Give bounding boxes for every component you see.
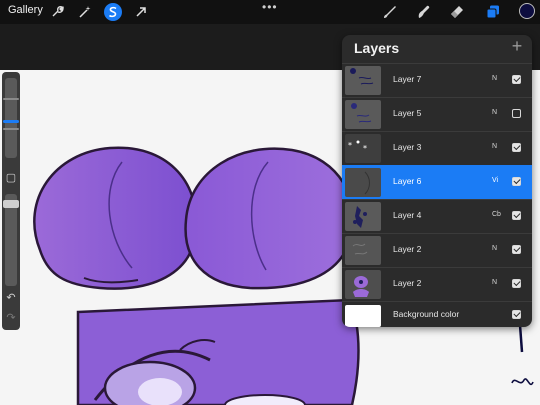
layer-visibility-checkbox[interactable] [512,176,521,186]
layer-name: Layer 7 [393,74,422,84]
layer-name: Layer 6 [393,176,422,186]
svg-text:*: * [363,144,367,153]
layer-thumbnail [345,168,381,197]
undo-icon[interactable]: ↶ [3,290,19,304]
eraser-icon[interactable] [448,3,466,21]
selection-s-icon[interactable] [104,3,122,21]
layer-thumbnail [345,236,381,265]
layers-header: Layers + [342,35,532,63]
redo-icon[interactable]: ↷ [3,310,19,324]
blend-mode-button[interactable]: N [492,245,497,252]
layer-row[interactable]: Layer 2 N [342,233,532,267]
transform-arrow-icon[interactable] [132,3,150,21]
layer-name: Background color [393,309,460,319]
layer-thumbnail: * * [345,134,381,163]
top-toolbar: Gallery ••• [0,0,540,24]
layers-icon[interactable] [484,3,502,21]
layer-thumbnail [345,202,381,231]
blend-mode-button[interactable]: Cb [492,211,501,218]
blend-mode-button[interactable]: N [492,143,497,150]
layer-row[interactable]: * * Layer 3 N [342,131,532,165]
svg-text:*: * [348,141,352,150]
layer-name: Layer 2 [393,278,422,288]
opacity-thumb[interactable] [3,200,19,208]
layer-name: Layer 2 [393,244,422,254]
layer-row[interactable]: Layer 6 Vi [342,165,532,199]
gallery-button[interactable]: Gallery [8,4,43,16]
layer-row[interactable]: Layer 4 Cb [342,199,532,233]
layer-thumbnail [345,100,381,129]
slider-tick [3,128,19,130]
background-color-row[interactable]: Background color [342,301,532,327]
layer-visibility-checkbox[interactable] [512,74,521,84]
blend-mode-button[interactable]: Vi [492,177,498,184]
brush-size-slider[interactable] [3,78,19,158]
magic-wand-icon[interactable] [76,3,94,21]
layer-row[interactable]: Layer 5 N [342,97,532,131]
more-options-icon[interactable]: ••• [262,0,278,14]
layer-row[interactable]: Layer 2 N [342,267,532,301]
brush-size-thumb[interactable] [3,120,19,123]
modify-button[interactable]: ▢ [3,170,19,184]
layer-name: Layer 4 [393,210,422,220]
smudge-icon[interactable] [414,3,432,21]
layer-visibility-checkbox[interactable] [512,309,521,319]
layer-name: Layer 5 [393,108,422,118]
left-sidebar: ▢ ↶ ↷ [2,72,20,330]
color-picker-button[interactable] [519,3,535,19]
layer-name: Layer 3 [393,142,422,152]
layer-row[interactable]: Layer 7 N [342,63,532,97]
layers-panel: Layers + Layer 7 N Layer 5 N * * Layer 3 … [342,35,532,327]
layers-title: Layers [354,40,400,56]
brush-icon[interactable] [380,3,398,21]
add-layer-button[interactable]: + [508,37,526,55]
layer-thumbnail [345,270,381,299]
layer-visibility-checkbox[interactable] [512,109,521,118]
layer-visibility-checkbox[interactable] [512,244,521,254]
layer-thumbnail [345,66,381,95]
slider-tick [3,98,19,100]
layer-visibility-checkbox[interactable] [512,142,521,152]
layer-visibility-checkbox[interactable] [512,210,521,220]
layer-visibility-checkbox[interactable] [512,278,521,288]
brush-opacity-slider[interactable] [3,194,19,286]
blend-mode-button[interactable]: N [492,279,497,286]
background-color-swatch[interactable] [345,305,381,327]
wrench-icon[interactable] [48,3,66,21]
blend-mode-button[interactable]: N [492,75,497,82]
blend-mode-button[interactable]: N [492,109,497,116]
